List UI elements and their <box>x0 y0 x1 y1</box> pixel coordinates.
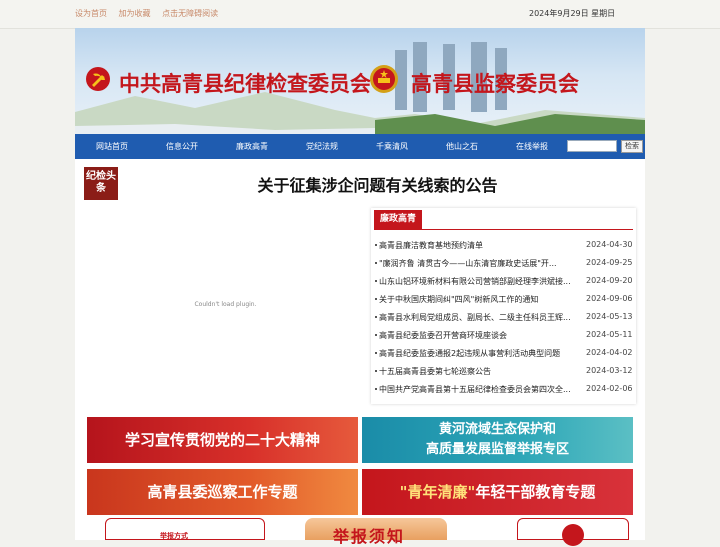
accessibility-link[interactable]: 点击无障碍阅读 <box>162 9 218 18</box>
news-title[interactable]: 高青县纪委监委召开营商环境座谈会 <box>379 330 573 341</box>
search-button[interactable]: 检索 <box>621 140 643 153</box>
report-notice-label: 举报须知 <box>333 527 406 546</box>
news-title[interactable]: 中国共产党高青县第十五届纪律检查委员会第四次全... <box>379 384 573 395</box>
report-notice-card[interactable]: 举报须知 <box>305 518 447 546</box>
list-item[interactable]: 高青县廉洁教育基地预约清单 2024-04-30 <box>375 240 633 252</box>
news-title[interactable]: 山东山铝环境新材料有限公司营销部副经理李洪斌接... <box>379 276 573 287</box>
bullet-icon <box>375 280 377 282</box>
news-title[interactable]: 关于中秋国庆期间纠"四风"树新风工作的通知 <box>379 294 573 305</box>
news-title[interactable]: 高青县廉洁教育基地预约清单 <box>379 240 573 251</box>
yellow-river-report-banner[interactable]: 黄河流域生态保护和 高质量发展监督举报专区 <box>362 417 633 463</box>
plugin-placeholder: Couldn't load plugin. <box>84 208 367 404</box>
young-cadre-text: 年轻干部教育专题 <box>475 483 596 501</box>
report-card-right[interactable] <box>517 518 629 546</box>
current-date: 2024年9月29日 星期日 <box>529 9 616 18</box>
list-item[interactable]: 高青县水利局党组成员、副局长、二级主任科员王辉... 2024-05-13 <box>375 312 633 324</box>
report-card-icon <box>562 524 584 546</box>
report-method-card[interactable]: 举报方式 <box>105 518 265 540</box>
bullet-icon <box>375 262 377 264</box>
nav-party-regulations[interactable]: 党纪法规 <box>306 141 338 152</box>
nav-qiansheng-breeze[interactable]: 千乘清风 <box>376 141 408 152</box>
discipline-headline-badge: 纪检头条 <box>84 167 118 200</box>
news-date: 2024-02-06 <box>586 384 633 393</box>
bullet-icon <box>375 370 377 372</box>
search-input[interactable] <box>567 140 617 152</box>
yellow-river-line-1: 黄河流域生态保护和 <box>438 422 556 437</box>
party-emblem-icon <box>86 67 110 91</box>
news-date: 2024-05-13 <box>586 312 633 321</box>
nav-other-mountain-stone[interactable]: 他山之石 <box>446 141 478 152</box>
bullet-icon <box>375 388 377 390</box>
headline-title[interactable]: 关于征集涉企问题有关线索的公告 <box>120 172 635 196</box>
bullet-icon <box>375 352 377 354</box>
discipline-committee-title: 中共高青县纪律检查委员会 <box>119 72 371 96</box>
national-emblem-icon <box>370 65 398 93</box>
nav-home[interactable]: 网站首页 <box>96 141 128 152</box>
bullet-icon <box>375 316 377 318</box>
news-panel: 廉政高青 高青县廉洁教育基地预约清单 2024-04-30 "廉润齐鲁 清贯古今… <box>371 208 636 404</box>
list-item[interactable]: 关于中秋国庆期间纠"四风"树新风工作的通知 2024-09-06 <box>375 294 633 306</box>
news-title[interactable]: 高青县水利局党组成员、副局长、二级主任科员王辉... <box>379 312 573 323</box>
list-item[interactable]: "廉润齐鲁 清贯古今——山东清官廉政史话展"开... 2024-09-25 <box>375 258 633 270</box>
news-date: 2024-04-02 <box>586 348 633 357</box>
news-date: 2024-09-06 <box>586 294 633 303</box>
news-date: 2024-04-30 <box>586 240 633 249</box>
news-title[interactable]: 十五届高青县委第七轮巡察公告 <box>379 366 573 377</box>
list-item[interactable]: 高青县纪委监委召开营商环境座谈会 2024-05-11 <box>375 330 633 342</box>
news-date: 2024-09-20 <box>586 276 633 285</box>
top-utility-bar: 设为首页 加为收藏 点击无障碍阅读 2024年9月29日 星期日 <box>0 0 720 29</box>
header-banner: 中共高青县纪律检查委员会 高青县监察委员会 <box>75 28 645 134</box>
news-date: 2024-03-12 <box>586 366 633 375</box>
inspection-work-banner[interactable]: 高青县委巡察工作专题 <box>87 469 358 515</box>
nav-integrity-gaoqing[interactable]: 廉政高青 <box>236 141 268 152</box>
news-panel-divider <box>374 229 633 230</box>
nav-online-report[interactable]: 在线举报 <box>516 141 548 152</box>
list-item[interactable]: 十五届高青县委第七轮巡察公告 2024-03-12 <box>375 366 633 378</box>
young-integrity-quote: "青年清廉" <box>399 483 476 501</box>
add-favorite-link[interactable]: 加为收藏 <box>119 9 151 18</box>
bullet-icon <box>375 244 377 246</box>
news-title[interactable]: "廉润齐鲁 清贯古今——山东清官廉政史话展"开... <box>379 258 573 269</box>
main-navigation: 网站首页 信息公开 廉政高青 党纪法规 千乘清风 他山之石 在线举报 检索 <box>75 134 645 159</box>
news-date: 2024-09-25 <box>586 258 633 267</box>
list-item[interactable]: 山东山铝环境新材料有限公司营销部副经理李洪斌接... 2024-09-20 <box>375 276 633 288</box>
news-date: 2024-05-11 <box>586 330 633 339</box>
set-homepage-link[interactable]: 设为首页 <box>75 9 107 18</box>
list-item[interactable]: 中国共产党高青县第十五届纪律检查委员会第四次全... 2024-02-06 <box>375 384 633 396</box>
twentieth-congress-banner[interactable]: 学习宣传贯彻党的二十大精神 <box>87 417 358 463</box>
news-title[interactable]: 高青县纪委监委通报2起违规从事营利活动典型问题 <box>379 348 573 359</box>
news-panel-title[interactable]: 廉政高青 <box>374 210 422 229</box>
supervision-committee-title: 高青县监察委员会 <box>411 72 579 96</box>
yellow-river-line-2: 高质量发展监督举报专区 <box>425 442 569 457</box>
utility-links: 设为首页 加为收藏 点击无障碍阅读 <box>75 8 227 19</box>
bullet-icon <box>375 298 377 300</box>
plugin-error-message: Couldn't load plugin. <box>194 301 257 308</box>
nav-info-disclosure[interactable]: 信息公开 <box>166 141 198 152</box>
young-cadre-education-banner[interactable]: "青年清廉"年轻干部教育专题 <box>362 469 633 515</box>
bullet-icon <box>375 334 377 336</box>
list-item[interactable]: 高青县纪委监委通报2起违规从事营利活动典型问题 2024-04-02 <box>375 348 633 360</box>
